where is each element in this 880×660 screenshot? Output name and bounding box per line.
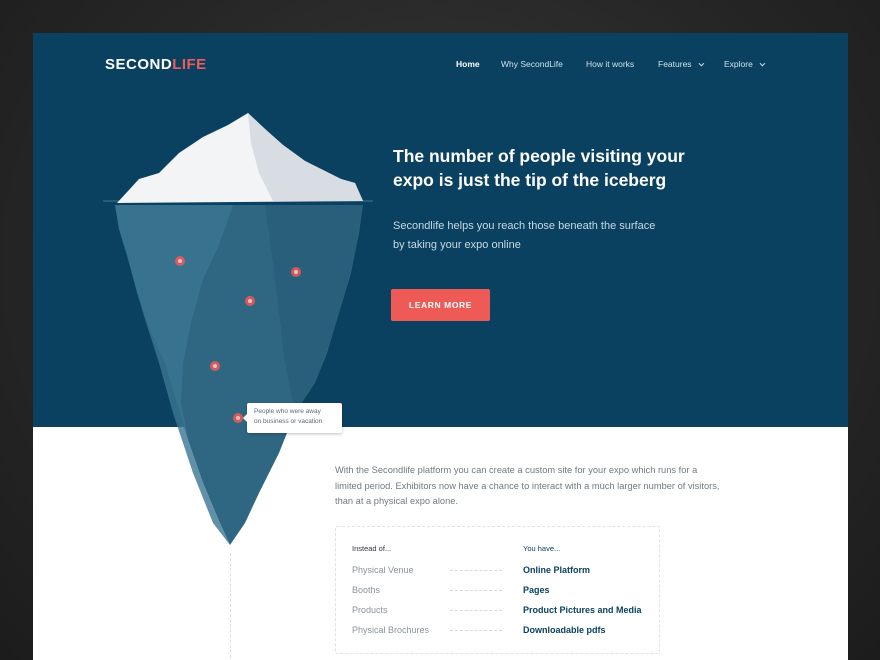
nav-why-secondlife[interactable]: Why SecondLife	[501, 59, 563, 69]
intro-paragraph: With the Secondlife platform you can cre…	[335, 463, 725, 510]
learn-more-button[interactable]: LEARN MORE	[391, 289, 490, 321]
nav-how-it-works[interactable]: How it works	[586, 59, 634, 69]
nav-home[interactable]: Home	[456, 59, 480, 69]
comparison-left-heading: Instead of...	[352, 544, 392, 553]
comparison-after: Product Pictures and Media	[523, 605, 642, 615]
marker-dot[interactable]	[245, 296, 255, 306]
chevron-down-icon	[698, 60, 704, 67]
marker-dot[interactable]	[175, 256, 185, 266]
chevron-down-icon	[759, 60, 766, 67]
main-nav: Home Why SecondLife How it works Feature…	[33, 59, 848, 73]
comparison-right-heading: You have...	[523, 544, 561, 553]
row-divider	[450, 590, 502, 591]
comparison-before: Booths	[352, 585, 381, 595]
marker-dot[interactable]	[210, 361, 220, 371]
tooltip-line-1: People who were away	[254, 408, 321, 415]
tooltip-line-2: on business or vacation	[254, 418, 323, 425]
nav-features-label: Features	[658, 59, 692, 69]
hero-subline-2: by taking your expo online	[393, 239, 521, 251]
nav-features[interactable]: Features	[658, 59, 704, 69]
marker-tooltip: People who were away on business or vaca…	[243, 403, 342, 433]
hero-headline: The number of people visiting your expo …	[393, 146, 685, 190]
comparison-before: Physical Venue	[352, 565, 414, 575]
comparison-table: Instead of... You have... Physical Venue…	[335, 526, 660, 654]
intro-line-1: With the Secondlife platform you can cre…	[335, 465, 698, 475]
hero-subline-1: Secondlife helps you reach those beneath…	[393, 220, 656, 232]
comparison-row: Physical Brochures Downloadable pdfs	[336, 625, 659, 639]
hero-section: SECONDLIFE Home Why SecondLife How it wo…	[33, 33, 848, 427]
comparison-after: Downloadable pdfs	[523, 625, 606, 635]
comparison-before: Products	[352, 605, 388, 615]
comparison-before: Physical Brochures	[352, 625, 430, 635]
marker-dot[interactable]	[291, 267, 301, 277]
marker-dot[interactable]	[233, 413, 243, 423]
hero-subline: Secondlife helps you reach those beneath…	[393, 217, 693, 255]
connector-line	[230, 553, 231, 660]
comparison-after: Online Platform	[523, 565, 591, 575]
row-divider	[450, 610, 502, 611]
intro-line-3: than at a physical expo alone.	[335, 496, 459, 506]
comparison-row: Products Product Pictures and Media	[336, 605, 659, 619]
row-divider	[450, 630, 502, 631]
comparison-row: Booths Pages	[336, 585, 659, 599]
page-frame: SECONDLIFE Home Why SecondLife How it wo…	[33, 33, 848, 660]
comparison-row: Physical Venue Online Platform	[336, 565, 659, 579]
comparison-after: Pages	[523, 585, 550, 595]
row-divider	[450, 570, 502, 571]
nav-explore[interactable]: Explore	[724, 59, 766, 69]
nav-explore-label: Explore	[724, 59, 753, 69]
intro-line-2: limited period. Exhibitors now have a ch…	[335, 480, 720, 491]
